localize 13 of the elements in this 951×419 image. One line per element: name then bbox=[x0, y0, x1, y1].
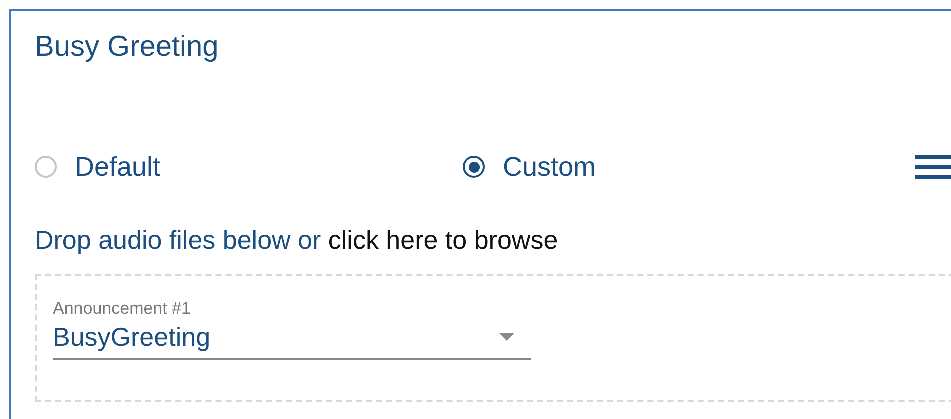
radio-button[interactable] bbox=[463, 156, 485, 178]
browse-link[interactable]: click here to browse bbox=[328, 223, 558, 257]
radio-label[interactable]: Custom bbox=[503, 146, 596, 188]
select-value: BusyGreeting bbox=[53, 321, 211, 354]
drop-zone[interactable]: Announcement #1 BusyGreeting bbox=[35, 274, 951, 402]
drop-hint: Drop audio files below or bbox=[35, 224, 322, 257]
radio-label[interactable]: Default bbox=[75, 146, 161, 188]
announcement-select[interactable]: Announcement #1 BusyGreeting bbox=[53, 298, 531, 360]
dropdown-caret-icon[interactable] bbox=[499, 333, 515, 341]
menu-icon[interactable] bbox=[915, 155, 951, 179]
radio-button[interactable] bbox=[35, 156, 57, 178]
field-label: Announcement #1 bbox=[53, 298, 191, 320]
card-title: Busy Greeting bbox=[35, 30, 219, 65]
